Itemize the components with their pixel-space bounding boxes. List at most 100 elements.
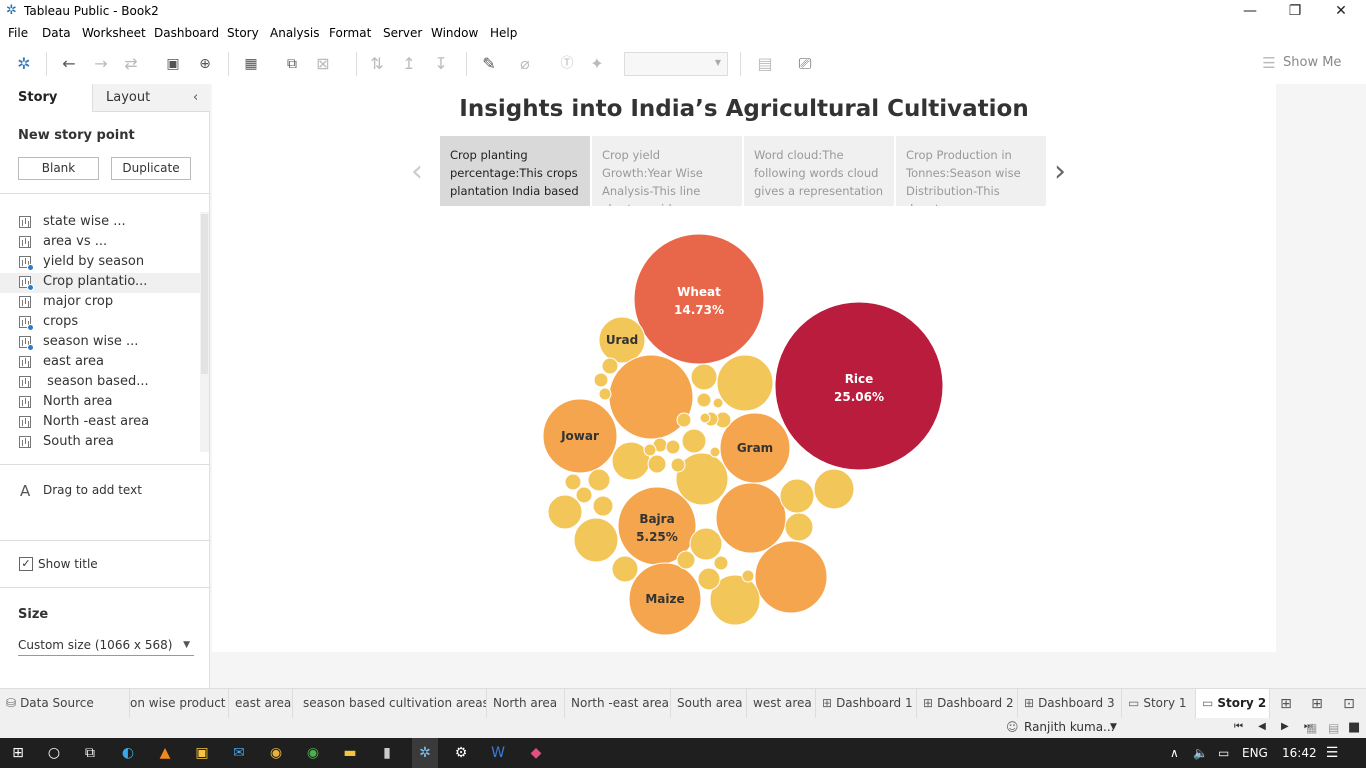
clear-sheet-icon[interactable]: ⊠ — [312, 54, 334, 74]
user-menu[interactable]: Ranjith kuma... — [1024, 720, 1115, 734]
tab-sheet[interactable]: east area — [229, 689, 293, 718]
windows-start-icon[interactable]: ⊞ — [8, 743, 28, 763]
save-icon[interactable]: ▣ — [162, 54, 184, 74]
sheet-item[interactable]: yield by season — [0, 253, 200, 273]
close-button[interactable]: ✕ — [1326, 2, 1356, 20]
story-point-4[interactable]: Crop Production in Tonnes:Season wise Di… — [896, 136, 1046, 206]
menu-format[interactable]: Format — [329, 26, 371, 40]
replace-data-icon[interactable]: ⇄ — [120, 54, 142, 74]
sheet-sorter-icon[interactable]: ▦ — [1306, 721, 1317, 735]
task-view-icon[interactable]: ⧉ — [80, 743, 100, 763]
scrollbar-thumb[interactable] — [201, 214, 208, 374]
tab-sheet[interactable]: South area — [671, 689, 747, 718]
bubble[interactable] — [689, 527, 723, 561]
language-indicator[interactable]: ENG — [1242, 746, 1268, 760]
bubble-wheat[interactable] — [633, 233, 765, 365]
filmstrip-icon[interactable]: ▤ — [1328, 721, 1339, 735]
previous-point-icon[interactable]: ‹ — [411, 154, 423, 189]
bubble[interactable] — [575, 486, 593, 504]
clock[interactable]: 16:42 — [1282, 746, 1317, 760]
undo-icon[interactable]: ← — [58, 54, 80, 74]
tab-sheet[interactable]: North area — [487, 689, 565, 718]
chrome-canary-icon[interactable]: ◉ — [266, 743, 286, 763]
bubble[interactable] — [715, 482, 787, 554]
fix-axes-icon[interactable]: ✦ — [586, 54, 608, 74]
bubble[interactable] — [813, 468, 855, 510]
show-title-checkbox[interactable]: ✓ — [19, 557, 33, 571]
duplicate-sheet-icon[interactable]: ⧉ — [281, 54, 303, 74]
file-explorer-icon[interactable]: ▬ — [340, 743, 360, 763]
bubble[interactable] — [741, 569, 755, 583]
edge-icon[interactable]: ◐ — [118, 743, 138, 763]
sheet-item[interactable]: North area — [0, 393, 200, 413]
bubble[interactable] — [647, 454, 667, 474]
menu-server[interactable]: Server — [383, 26, 422, 40]
paint-icon[interactable]: ◆ — [526, 743, 546, 763]
sort-ascending-icon[interactable]: ↥ — [398, 54, 420, 74]
bubble[interactable] — [670, 457, 686, 473]
bubble[interactable] — [587, 468, 611, 492]
presentation-mode-icon[interactable]: ⎚ — [794, 54, 816, 74]
show-me-icon[interactable]: ☰ — [1258, 53, 1280, 73]
tab-sheet[interactable]: on wise product — [130, 689, 229, 718]
menu-story[interactable]: Story — [227, 26, 259, 40]
bubble[interactable] — [547, 494, 583, 530]
bubble[interactable] — [592, 495, 614, 517]
tab-sheet[interactable]: North -east area — [565, 689, 671, 718]
tab-sheet[interactable]: season based cultivation areas — [293, 689, 487, 718]
tab-dashboard[interactable]: ⊞ Dashboard 2 — [917, 689, 1018, 718]
duplicate-button[interactable]: Duplicate — [111, 157, 191, 180]
story-point-3[interactable]: Word cloud:The following words cloud giv… — [744, 136, 894, 206]
new-worksheet-icon[interactable]: ⊞ — [1277, 695, 1295, 713]
menu-worksheet[interactable]: Worksheet — [82, 26, 146, 40]
bubble-rice[interactable] — [774, 301, 944, 471]
bubble[interactable] — [611, 555, 639, 583]
bubble[interactable] — [699, 412, 711, 424]
sheet-item[interactable]: season based... — [0, 373, 200, 393]
network-icon[interactable]: ▭ — [1218, 746, 1229, 760]
show-me-button[interactable]: Show Me — [1283, 55, 1341, 70]
group-icon[interactable]: ⌀ — [514, 54, 536, 74]
bubble[interactable] — [690, 363, 718, 391]
bubble[interactable] — [676, 412, 692, 428]
bubble[interactable] — [601, 357, 619, 375]
restore-button[interactable]: ❐ — [1280, 2, 1310, 20]
sheet-item[interactable]: state wise ... — [0, 213, 200, 233]
redo-icon[interactable]: → — [90, 54, 112, 74]
bubble[interactable] — [593, 372, 609, 388]
tab-dashboard[interactable]: ⊞ Dashboard 3 — [1018, 689, 1122, 718]
bubble[interactable] — [709, 446, 721, 458]
menu-window[interactable]: Window — [431, 26, 478, 40]
new-dashboard-icon[interactable]: ⊞ — [1308, 695, 1326, 713]
sheet-item[interactable]: major crop — [0, 293, 200, 313]
tab-data-source[interactable]: ⛁ Data Source — [0, 689, 130, 718]
bubble[interactable] — [716, 354, 774, 412]
story-point-1[interactable]: Crop planting percentage:This crops plan… — [440, 136, 590, 206]
bubble[interactable] — [779, 478, 815, 514]
chevron-down-icon[interactable]: ▼ — [1110, 722, 1117, 732]
tab-sheet[interactable]: west area — [747, 689, 816, 718]
text-object-icon[interactable]: A — [20, 482, 30, 500]
collapse-pane-icon[interactable]: ‹ — [193, 90, 198, 105]
bubble[interactable] — [713, 555, 729, 571]
menu-analysis[interactable]: Analysis — [270, 26, 319, 40]
drag-to-add-text[interactable]: Drag to add text — [43, 483, 142, 497]
sort-descending-icon[interactable]: ↧ — [430, 54, 452, 74]
menu-dashboard[interactable]: Dashboard — [154, 26, 219, 40]
bubble[interactable] — [676, 550, 696, 570]
bubble[interactable] — [564, 473, 582, 491]
settings-icon[interactable]: ⚙ — [451, 743, 471, 763]
notifications-icon[interactable]: ☰ — [1322, 743, 1342, 763]
mail-icon[interactable]: ✉ — [229, 743, 249, 763]
bubble[interactable] — [697, 567, 721, 591]
bubble[interactable] — [665, 439, 681, 455]
menu-help[interactable]: Help — [490, 26, 517, 40]
sheet-item[interactable]: east area — [0, 353, 200, 373]
usb-icon[interactable]: ▮ — [377, 743, 397, 763]
tableau-home-icon[interactable]: ✲ — [13, 54, 35, 74]
volume-icon[interactable]: 🔈 — [1193, 746, 1208, 760]
sheet-item[interactable]: crops — [0, 313, 200, 333]
bubble[interactable] — [784, 512, 814, 542]
swap-icon[interactable]: ⇅ — [366, 54, 388, 74]
menu-data[interactable]: Data — [42, 26, 71, 40]
